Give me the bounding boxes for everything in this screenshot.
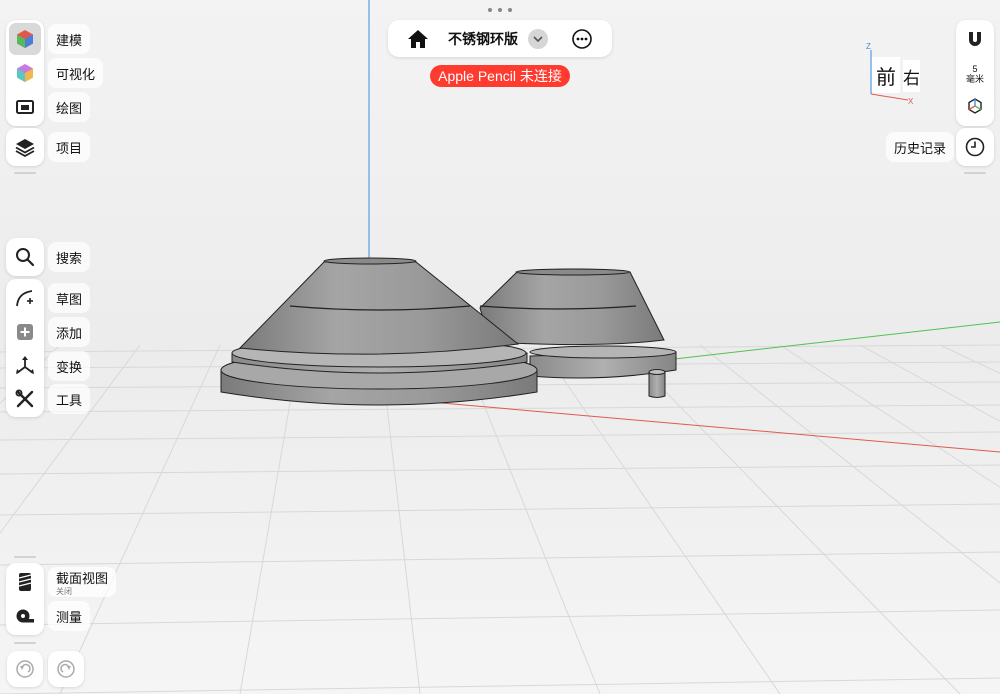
transform-label: 变换 — [48, 351, 91, 381]
search-label: 搜索 — [48, 242, 91, 272]
history-button[interactable] — [959, 131, 991, 163]
section-view-title: 截面视图 — [56, 571, 109, 586]
undo-button[interactable] — [7, 651, 43, 687]
section-view-state: 关闭 — [56, 587, 72, 596]
section-view-label: 截面视图 关闭 — [48, 567, 117, 597]
undo-icon — [16, 660, 34, 678]
ellipsis-circle-icon — [572, 29, 592, 49]
visualize-mode-button[interactable] — [9, 57, 41, 89]
tools-button[interactable] — [9, 383, 41, 415]
section-view-button[interactable] — [9, 566, 41, 598]
add-label: 添加 — [48, 317, 91, 347]
view-cube-right-face[interactable]: 右 — [903, 60, 920, 92]
chevron-down-icon — [533, 36, 543, 43]
add-icon — [17, 324, 33, 340]
left-divider-bottom — [14, 556, 36, 558]
measure-button[interactable] — [9, 600, 41, 632]
search-icon — [16, 248, 35, 267]
drawing-mode-button[interactable] — [9, 91, 41, 123]
window-grabber[interactable] — [488, 6, 512, 14]
visualize-icon — [17, 64, 33, 82]
project-button[interactable] — [9, 131, 41, 163]
modeling-icon — [17, 30, 33, 48]
add-button[interactable] — [9, 316, 41, 348]
left-divider-undo — [14, 642, 36, 644]
tools-label: 工具 — [48, 384, 91, 414]
view-cube-x-label: X — [908, 97, 914, 106]
3d-viewport[interactable] — [0, 0, 1000, 694]
document-menu-chevron[interactable] — [528, 29, 548, 49]
right-divider — [964, 172, 986, 174]
more-options-button[interactable] — [570, 27, 594, 51]
transform-icon — [16, 356, 34, 374]
drawing-icon — [16, 100, 34, 114]
grid-size-button[interactable]: 5 毫米 — [959, 60, 991, 88]
layers-icon — [15, 139, 35, 158]
sketch-button[interactable] — [9, 282, 41, 314]
apple-pencil-status-badge: Apple Pencil 未连接 — [430, 65, 570, 87]
view-cube[interactable]: 前 右 Z X — [862, 40, 924, 110]
home-button[interactable] — [405, 26, 431, 52]
sketch-label: 草图 — [48, 283, 91, 313]
magnet-icon — [969, 32, 981, 46]
history-label: 历史记录 — [886, 132, 955, 162]
snap-button[interactable] — [959, 23, 991, 55]
drawing-label: 绘图 — [48, 92, 91, 122]
redo-icon — [57, 660, 75, 678]
transform-button[interactable] — [9, 350, 41, 382]
grid-size-unit: 毫米 — [965, 74, 984, 84]
project-label: 项目 — [48, 132, 91, 162]
home-icon — [408, 30, 428, 48]
clock-icon — [965, 137, 985, 157]
modeling-label: 建模 — [48, 24, 91, 54]
view-cube-front-face[interactable]: 前 — [872, 57, 900, 93]
measure-label: 测量 — [48, 601, 91, 631]
view-mode-button[interactable] — [959, 90, 991, 122]
cube-axes-icon — [968, 98, 982, 114]
section-view-icon — [18, 573, 32, 591]
left-divider-top — [14, 172, 36, 174]
grid-size-value: 5 — [972, 64, 978, 74]
tape-measure-icon — [16, 609, 34, 623]
redo-button[interactable] — [48, 651, 84, 687]
modeling-mode-button[interactable] — [9, 23, 41, 55]
view-cube-z-label: Z — [866, 42, 871, 51]
document-title[interactable]: 不锈钢环版 — [440, 29, 526, 49]
wrench-icon — [15, 389, 34, 408]
visualize-label: 可视化 — [48, 58, 104, 88]
search-button[interactable] — [9, 241, 41, 273]
sketch-icon — [16, 290, 33, 307]
